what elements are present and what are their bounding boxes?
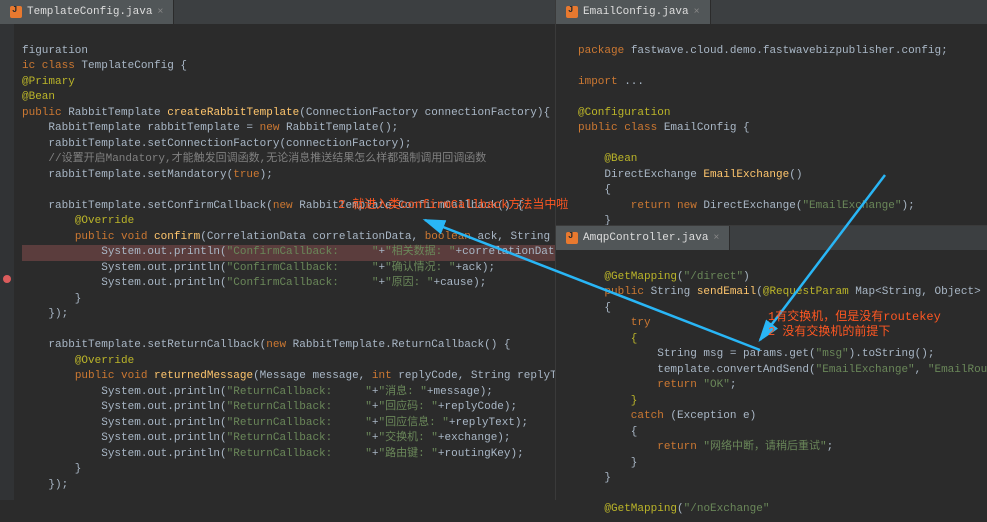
java-icon (10, 6, 22, 18)
java-icon (566, 232, 578, 244)
code-area-rt[interactable]: package fastwave.cloud.demo.fastwavebizp… (570, 24, 987, 234)
tab-label: AmqpController.java (583, 232, 708, 244)
annotation-3: 2 没有交换机的前提下 (768, 322, 890, 339)
breakpoint-icon[interactable] (3, 275, 11, 283)
code-area-left[interactable]: figuration ic class TemplateConfig { @Pr… (14, 24, 555, 497)
code-area-rb[interactable]: @GetMapping("/direct") public String sen… (570, 250, 987, 522)
right-top-editor-pane: EmailConfig.java × package fastwave.clou… (555, 0, 987, 225)
close-icon[interactable]: × (694, 7, 700, 18)
right-bot-editor-pane: AmqpController.java × @GetMapping("/dire… (555, 225, 987, 500)
tab-label: TemplateConfig.java (27, 6, 152, 18)
left-editor-pane: TemplateConfig.java × figuration ic clas… (0, 0, 555, 500)
annotation-1: 2 就进入类confirmCallback方法当中啦 (338, 195, 568, 212)
close-icon[interactable]: × (713, 233, 719, 244)
tab-templateconfig[interactable]: TemplateConfig.java × (0, 0, 174, 24)
tab-label: EmailConfig.java (583, 6, 689, 18)
tab-bar-left: TemplateConfig.java × (0, 0, 555, 24)
tab-bar-rt: EmailConfig.java × (556, 0, 987, 24)
tab-emailconfig[interactable]: EmailConfig.java × (556, 0, 711, 24)
gutter (0, 24, 14, 500)
tab-bar-rb: AmqpController.java × (556, 226, 987, 250)
java-icon (566, 6, 578, 18)
close-icon[interactable]: × (157, 7, 163, 18)
tab-amqpcontroller[interactable]: AmqpController.java × (556, 226, 730, 250)
